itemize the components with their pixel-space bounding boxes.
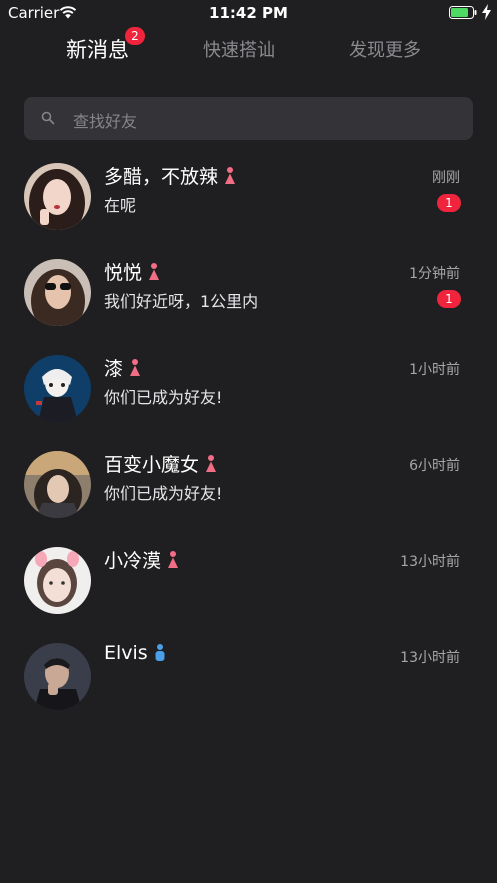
conversation-list: 多醋，不放辣 在呢 刚刚 1 悦悦 我们好近呀，1公里内 1分钟前 1 漆 你们… <box>0 148 497 724</box>
conversation-row[interactable]: 小冷漠 13小时前 <box>0 532 497 628</box>
conversation-row[interactable]: 悦悦 我们好近呀，1公里内 1分钟前 1 <box>0 244 497 340</box>
last-message: 你们已成为好友! <box>104 388 223 407</box>
charging-icon <box>482 4 491 20</box>
female-icon <box>168 550 179 568</box>
search-bar[interactable]: 查找好友 <box>24 97 473 140</box>
unread-badge: 1 <box>437 290 461 308</box>
search-icon <box>41 111 55 125</box>
battery-icon <box>449 6 477 19</box>
search-input[interactable]: 查找好友 <box>73 108 137 132</box>
conversation-row[interactable]: 多醋，不放辣 在呢 刚刚 1 <box>0 148 497 244</box>
conversation-row[interactable]: 百变小魔女 你们已成为好友! 6小时前 <box>0 436 497 532</box>
status-bar: Carrier 11:42 PM <box>0 0 497 26</box>
tab-quick-chat[interactable]: 快速搭讪 <box>203 36 275 62</box>
message-time: 13小时前 <box>400 554 460 570</box>
avatar[interactable] <box>24 547 91 614</box>
avatar[interactable] <box>24 643 91 710</box>
contact-name: 多醋，不放辣 <box>104 166 219 188</box>
female-icon <box>225 166 236 184</box>
contact-name: 悦悦 <box>104 262 143 284</box>
contact-name: 百变小魔女 <box>104 454 200 476</box>
tab-discover-more[interactable]: 发现更多 <box>349 36 421 62</box>
last-message: 我们好近呀，1公里内 <box>104 292 259 311</box>
message-time: 6小时前 <box>409 458 460 474</box>
message-time: 1小时前 <box>409 362 460 378</box>
male-icon <box>155 644 165 661</box>
conversation-row[interactable]: 漆 你们已成为好友! 1小时前 <box>0 340 497 436</box>
last-message: 在呢 <box>104 196 137 215</box>
female-icon <box>206 454 217 472</box>
unread-badge: 1 <box>437 194 461 212</box>
last-message: 你们已成为好友! <box>104 484 223 503</box>
contact-name: Elvis <box>104 642 148 664</box>
avatar[interactable] <box>24 451 91 518</box>
message-time: 刚刚 <box>432 170 460 186</box>
female-icon <box>130 358 141 376</box>
message-time: 1分钟前 <box>409 266 460 282</box>
female-icon <box>149 262 160 280</box>
clock: 11:42 PM <box>209 4 288 22</box>
tab-bar: 新消息 快速搭讪 发现更多 <box>0 36 497 70</box>
new-messages-badge: 2 <box>125 27 145 45</box>
conversation-row[interactable]: Elvis 13小时前 <box>0 628 497 724</box>
avatar[interactable] <box>24 259 91 326</box>
message-time: 13小时前 <box>400 650 460 666</box>
tab-new-messages[interactable]: 新消息 <box>66 34 129 64</box>
contact-name: 漆 <box>104 358 124 380</box>
avatar[interactable] <box>24 163 91 230</box>
contact-name: 小冷漠 <box>104 550 162 572</box>
avatar[interactable] <box>24 355 91 422</box>
